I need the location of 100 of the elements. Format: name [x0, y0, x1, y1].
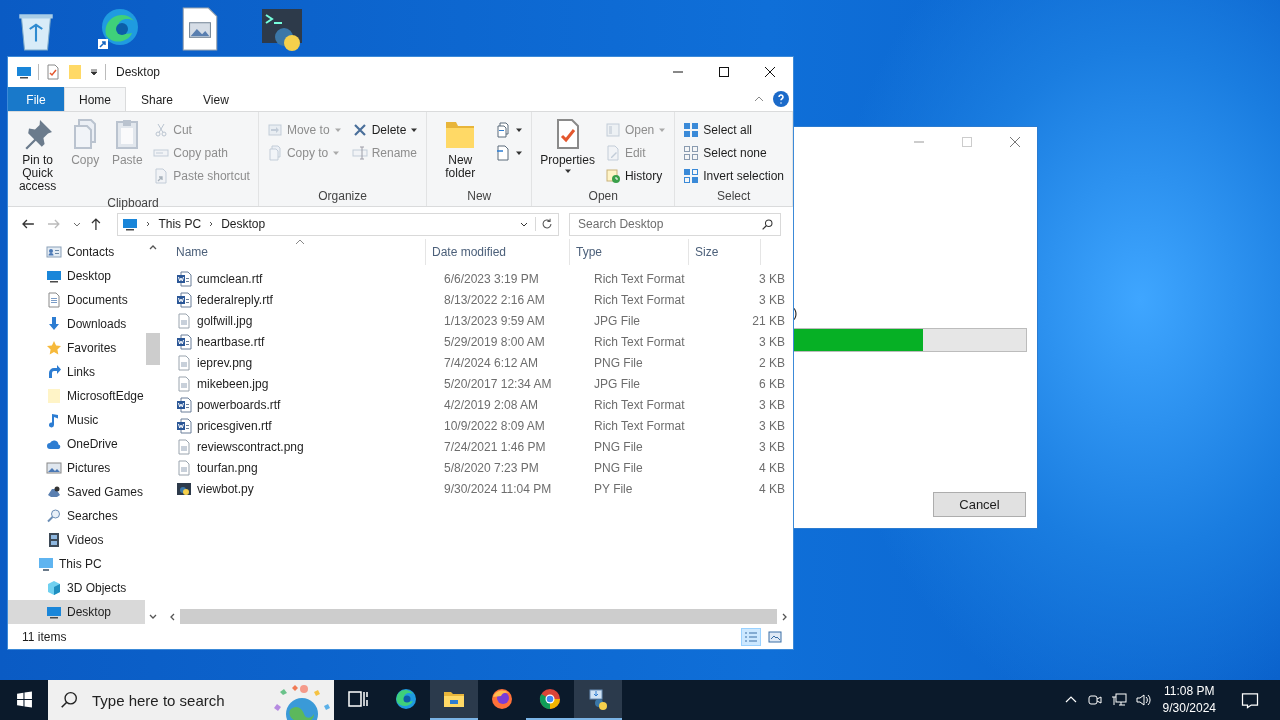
- nav-item[interactable]: Favorites: [8, 336, 145, 360]
- cancel-button[interactable]: Cancel: [933, 492, 1026, 517]
- type-cell: PY File: [594, 481, 633, 496]
- delete-x-icon: [351, 122, 368, 138]
- file-name[interactable]: reviewscontract.png: [197, 439, 304, 454]
- picture-icon: [46, 460, 62, 476]
- column-header[interactable]: Name: [164, 239, 426, 265]
- new-item-icon: [495, 122, 512, 138]
- close-icon[interactable]: [1009, 136, 1021, 148]
- ribbon-button[interactable]: Select all: [679, 119, 788, 141]
- computer-icon: [38, 556, 54, 572]
- dropdown-icon[interactable]: [89, 67, 99, 77]
- address-bar[interactable]: This PC Desktop: [117, 212, 560, 236]
- type-cell: JPG File: [594, 313, 640, 328]
- windows-logo-icon: [15, 690, 33, 708]
- nav-item[interactable]: OneDrive: [8, 432, 145, 456]
- ribbon-tab[interactable]: View: [188, 87, 244, 111]
- search-input[interactable]: Search Desktop: [576, 216, 762, 232]
- nav-item[interactable]: Saved Games: [8, 480, 145, 504]
- size-cell: 2 KB: [759, 355, 785, 370]
- edit-icon: [604, 145, 621, 161]
- type-cell: PNG File: [594, 355, 643, 370]
- file-name[interactable]: cumclean.rtf: [197, 271, 263, 286]
- nav-item[interactable]: Searches: [8, 504, 145, 528]
- ribbon-button[interactable]: Delete: [347, 119, 423, 141]
- ribbon-button[interactable]: New folder: [431, 115, 490, 183]
- folder-icon: [46, 388, 62, 404]
- size-cell: 6 KB: [759, 376, 785, 391]
- nav-item[interactable]: Desktop: [8, 600, 145, 624]
- ribbon-button[interactable]: Properties: [536, 115, 599, 178]
- nav-item[interactable]: Pictures: [8, 456, 145, 480]
- ribbon-tab[interactable]: Share: [126, 87, 189, 111]
- properties-check-icon[interactable]: [45, 64, 61, 80]
- caret-icon: [515, 149, 524, 157]
- date-cell: 9/30/2024 11:04 PM: [444, 481, 552, 496]
- camera-icon[interactable]: [1086, 692, 1103, 708]
- taskbar-app-button[interactable]: [574, 680, 622, 720]
- search-icon[interactable]: [761, 217, 775, 231]
- network-icon[interactable]: [1110, 692, 1127, 708]
- scissors-icon: [153, 122, 170, 138]
- column-header[interactable]: Type: [570, 239, 689, 265]
- file-name[interactable]: pricesgiven.rtf: [197, 418, 272, 433]
- nav-item[interactable]: Desktop: [8, 264, 145, 288]
- search-input[interactable]: Type here to search: [90, 690, 252, 710]
- ribbon-button[interactable]: History: [600, 165, 671, 187]
- group-label: Organize: [317, 189, 368, 205]
- nav-item[interactable]: Music: [8, 408, 145, 432]
- installer-icon: [586, 687, 610, 711]
- image-file-icon: [176, 375, 192, 392]
- clock[interactable]: 11:08 PM 9/30/2024: [1154, 683, 1224, 717]
- nav-item[interactable]: Links: [8, 360, 145, 384]
- scroll-thumb[interactable]: [145, 333, 160, 365]
- file-name[interactable]: mikebeen.jpg: [197, 376, 269, 391]
- ribbon-button[interactable]: Pin to Quick access: [12, 115, 64, 196]
- computer-icon[interactable]: [16, 64, 32, 80]
- nav-item[interactable]: Videos: [8, 528, 145, 552]
- browser-icon[interactable]: [96, 6, 140, 52]
- date-cell: 5/20/2017 12:34 AM: [444, 376, 552, 391]
- help-icon[interactable]: [773, 91, 789, 107]
- size-cell: 4 KB: [759, 460, 785, 475]
- tiles-view-button[interactable]: [765, 628, 785, 646]
- word-document-icon: [176, 333, 192, 350]
- nav-item[interactable]: Documents: [8, 288, 145, 312]
- taskbar-app-button[interactable]: [430, 680, 478, 720]
- file-name[interactable]: heartbase.rtf: [197, 334, 265, 349]
- ribbon-button[interactable]: Invert selection: [679, 165, 788, 187]
- file-name[interactable]: tourfan.png: [197, 460, 258, 475]
- search-field[interactable]: Type here to search: [48, 680, 334, 720]
- word-document-icon: [176, 270, 192, 287]
- breadcrumb[interactable]: This PC: [158, 217, 202, 231]
- computer-icon: [122, 216, 139, 232]
- link-arrow-icon: [46, 364, 62, 380]
- nav-item[interactable]: Downloads: [8, 312, 145, 336]
- breadcrumb[interactable]: Desktop: [221, 217, 266, 231]
- file-name[interactable]: golfwill.jpg: [197, 313, 253, 328]
- date-cell: 7/4/2024 6:12 AM: [444, 355, 539, 370]
- ribbon-tab[interactable]: Home: [64, 87, 126, 111]
- file-name[interactable]: ieprev.png: [197, 355, 253, 370]
- nav-item[interactable]: 3D Objects: [8, 576, 145, 600]
- date-cell: 8/13/2022 2:16 AM: [444, 292, 545, 307]
- speaker-icon[interactable]: [1134, 692, 1151, 708]
- type-cell: Rich Text Format: [594, 292, 685, 307]
- magnifier-icon: [46, 508, 62, 524]
- date-cell: 1/13/2023 9:59 AM: [444, 313, 545, 328]
- file-name[interactable]: powerboards.rtf: [197, 397, 281, 412]
- search-field[interactable]: Search Desktop: [569, 212, 782, 236]
- scroll-thumb[interactable]: [180, 609, 777, 624]
- python-file-icon[interactable]: [260, 6, 304, 52]
- nav-item[interactable]: MicrosoftEdge: [8, 384, 145, 408]
- notification-icon[interactable]: [1240, 690, 1260, 710]
- size-cell: 3 KB: [759, 418, 785, 433]
- nav-item[interactable]: Contacts: [8, 240, 145, 264]
- ribbon-tab[interactable]: File: [8, 87, 64, 111]
- nav-item[interactable]: This PC: [8, 552, 145, 576]
- file-name[interactable]: viewbot.py: [197, 481, 254, 496]
- ribbon-button[interactable]: Select none: [679, 142, 788, 164]
- column-header[interactable]: Date modified: [426, 239, 570, 265]
- column-header[interactable]: Size: [689, 239, 761, 265]
- file-name[interactable]: federalreply.rtf: [197, 292, 273, 307]
- image-file-icon: [176, 459, 192, 476]
